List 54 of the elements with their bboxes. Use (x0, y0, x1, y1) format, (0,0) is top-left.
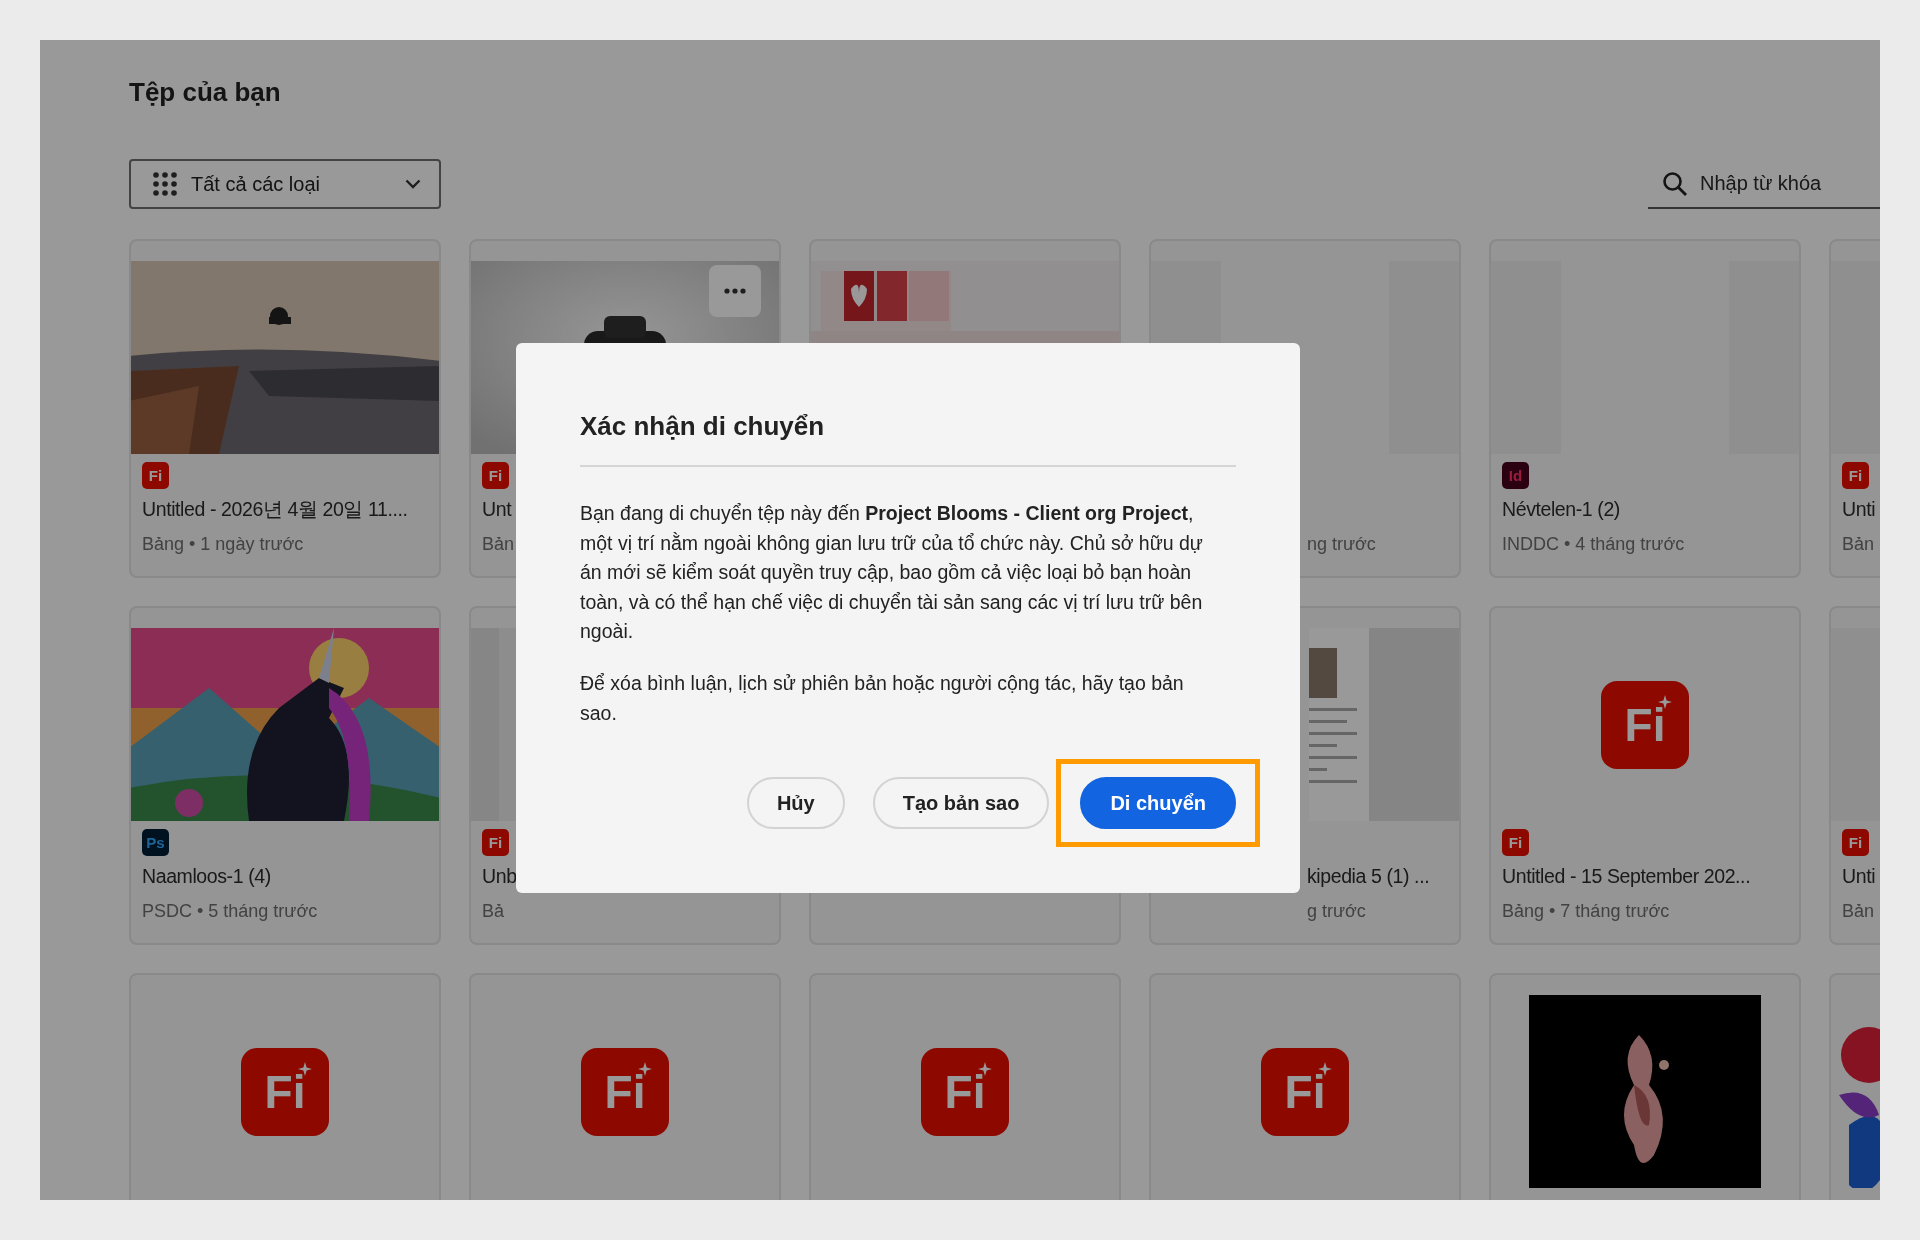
dialog-title: Xác nhận di chuyển (580, 410, 825, 443)
file-meta: Bảng • 1 ngày trước (142, 533, 304, 556)
file-type-badge: Fi (1842, 829, 1869, 856)
app-logo: Fi (1601, 680, 1689, 769)
file-name: Unb (482, 864, 517, 889)
file-type-badge: Fi (482, 829, 509, 856)
chevron-down-icon (405, 179, 421, 189)
more-icon (724, 288, 746, 294)
dialog-button[interactable]: Hủy (746, 777, 845, 830)
file-name: Naamloos-1 (4) (142, 864, 271, 889)
file-name: Unt (482, 497, 512, 522)
file-card[interactable]: Fi (1149, 973, 1461, 1200)
file-card[interactable]: Fi Unti Bản (1829, 239, 1880, 578)
app-logo: Fi (921, 1047, 1009, 1136)
file-type-badge: Fi (482, 462, 509, 489)
file-card[interactable]: Fi (809, 973, 1121, 1200)
file-meta: Bản (1842, 533, 1875, 556)
file-type-badge: Ps (142, 829, 169, 856)
dialog-button[interactable]: Tạo bản sao (872, 777, 1050, 830)
type-filter-dropdown[interactable]: Tất cả các loại (129, 159, 441, 209)
file-type-badge: Id (1502, 462, 1529, 489)
file-card[interactable]: Fi (469, 973, 781, 1200)
file-type-badge: Fi (142, 462, 169, 489)
search-field[interactable]: Nhập từ khóa (1648, 159, 1880, 209)
more-button[interactable] (709, 265, 761, 317)
file-type-badge: Fi (1502, 829, 1529, 856)
file-card[interactable]: Id Névtelen-1 (2) INDDC • 4 tháng trước (1489, 239, 1801, 578)
app-logo: Fi (581, 1047, 669, 1136)
file-name: kipedia 5 (1) ... (1307, 864, 1430, 889)
file-card[interactable]: Fi (129, 973, 441, 1200)
file-card[interactable]: Ps Naamloos-1 (4) PSDC • 5 tháng trước (129, 606, 441, 945)
page-title: Tệp của bạn (129, 76, 281, 108)
move-button[interactable]: Di chuyển (1080, 777, 1236, 830)
app-logo: Fi (1261, 1047, 1349, 1136)
file-meta: ng trước (1307, 533, 1376, 556)
file-name: Névtelen-1 (2) (1502, 497, 1620, 522)
file-meta: Bảng • 7 tháng trước (1502, 900, 1670, 923)
file-name: Unti (1842, 864, 1876, 889)
file-name: Untitled - 15 September 202... (1502, 864, 1751, 889)
file-card[interactable]: Fi Fi Untitled - 15 September 202... Bảng • 7 tháng trước (1489, 606, 1801, 945)
file-meta: PSDC • 5 tháng trước (142, 900, 318, 923)
search-icon (1662, 171, 1688, 197)
file-name: Untitled - 2026년 4월 20일 11.... (142, 497, 408, 522)
file-card[interactable]: Fi Untitled - 2026년 4월 20일 11.... Bảng • 1 ngày trước (129, 239, 441, 578)
file-meta: Bản (1842, 900, 1875, 923)
file-card[interactable]: Fi Unti Bản (1829, 606, 1880, 945)
file-meta: Bả (482, 900, 505, 923)
file-name: Unti (1842, 497, 1876, 522)
file-meta: INDDC • 4 tháng trước (1502, 533, 1685, 556)
file-meta: g trước (1307, 900, 1366, 923)
grid-icon (153, 172, 177, 196)
file-type-badge: Fi (1842, 462, 1869, 489)
file-meta: Bản (482, 533, 515, 556)
app-logo: Fi (241, 1047, 329, 1136)
